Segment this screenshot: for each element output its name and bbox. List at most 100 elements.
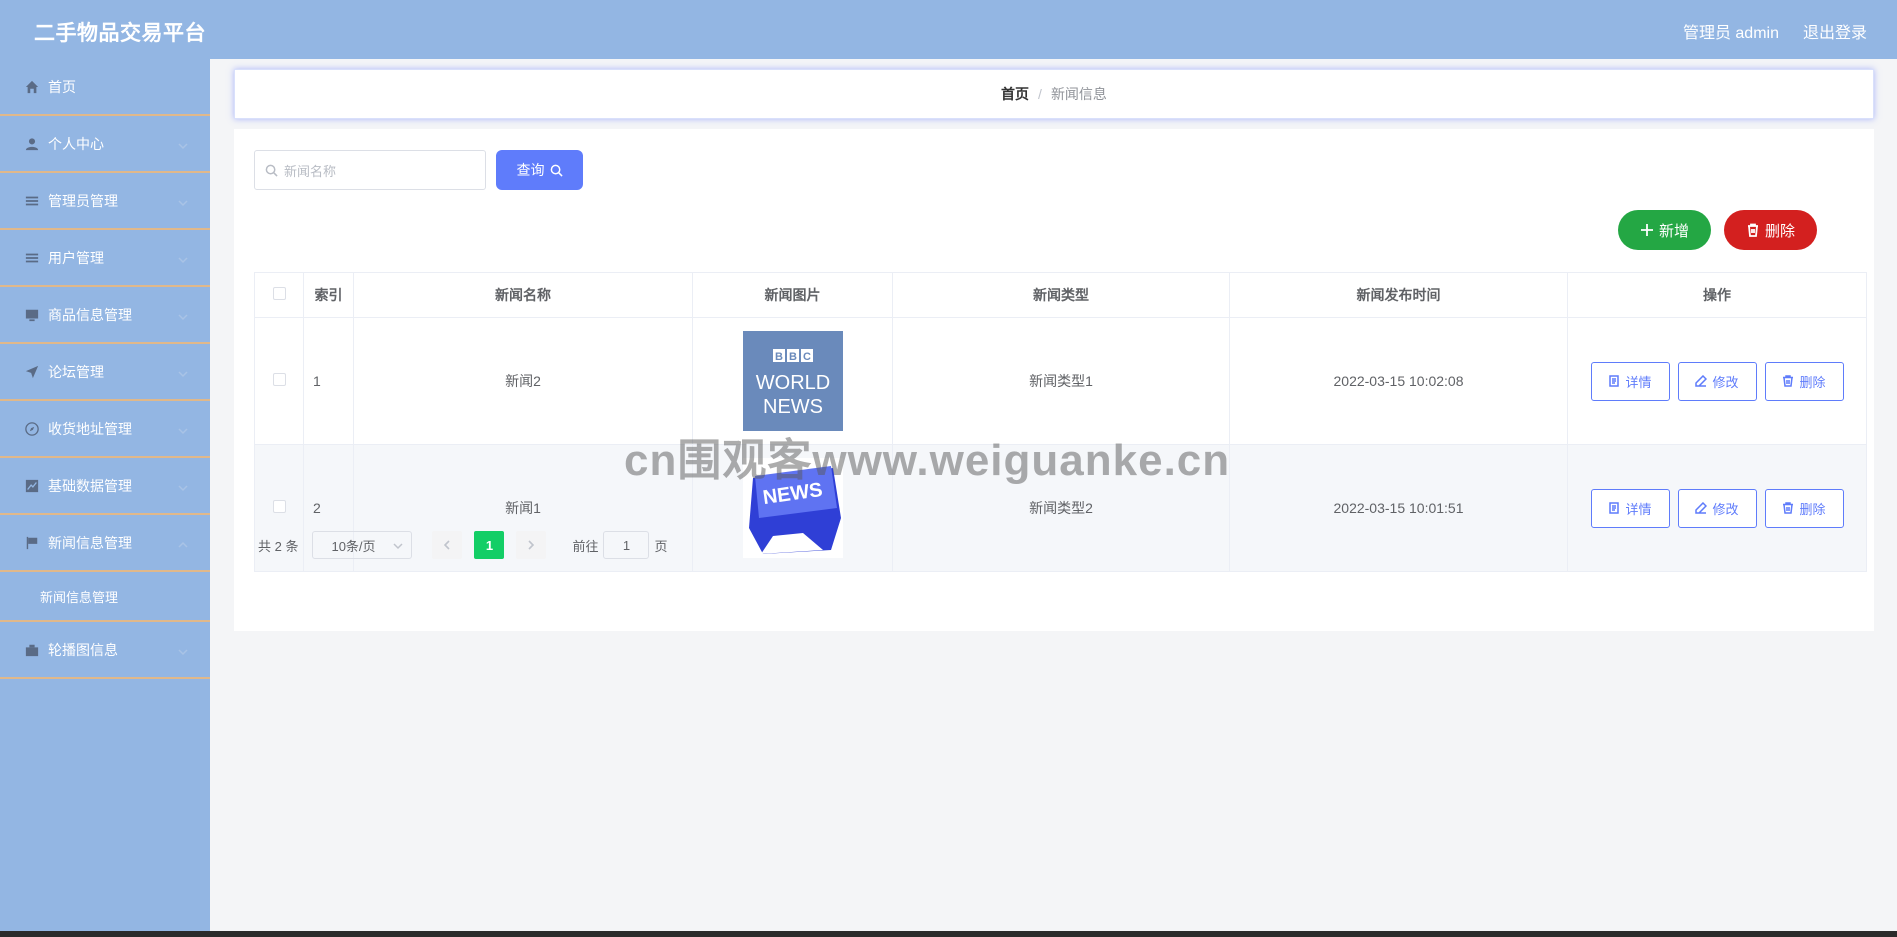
search-icon [550, 164, 563, 177]
edit-icon [1695, 502, 1708, 514]
detail-label: 详情 [1625, 374, 1652, 390]
sidebar-item-label: 论坛管理 [48, 363, 104, 380]
briefcase-icon [24, 642, 40, 658]
sidebar-item-label: 轮播图信息 [48, 641, 118, 658]
detail-button[interactable]: 详情 [1590, 361, 1670, 401]
top-header: 二手物品交易平台 管理员 admin 退出登录 [0, 0, 1897, 59]
add-button-label: 新增 [1658, 222, 1689, 240]
prev-page-button[interactable] [432, 531, 463, 559]
sidebar-item-label: 收货地址管理 [48, 420, 132, 437]
row-index: 1 [303, 317, 354, 445]
detail-button[interactable]: 详情 [1590, 488, 1670, 528]
page-number-current[interactable]: 1 [474, 531, 505, 559]
chart-icon [24, 478, 40, 494]
column-header: 新闻类型 [892, 272, 1230, 318]
sidebar-item-label: 首页 [48, 78, 76, 95]
query-button-label: 查询 [516, 162, 545, 178]
sidebar-item-label: 基础数据管理 [48, 477, 132, 494]
sidebar-item-carousel[interactable]: 轮播图信息 [0, 622, 210, 679]
news-table: 索引 新闻名称 新闻图片 新闻类型 新闻发布时间 操作 1 新闻2 B B C … [254, 272, 1867, 572]
document-icon [1609, 502, 1620, 514]
breadcrumb: 首页 / 新闻信息 [234, 69, 1874, 119]
detail-label: 详情 [1625, 501, 1652, 517]
sidebar-item-label: 用户管理 [48, 249, 104, 266]
chevron-down-icon [393, 543, 403, 550]
compass-icon [24, 421, 40, 437]
watermark-text: cn围观客www.weiguanke.cn [624, 436, 1231, 485]
svg-text:WORLD: WORLD [755, 372, 829, 394]
flag-icon [24, 535, 40, 551]
search-placeholder: 新闻名称 [284, 163, 337, 179]
sidebar-item-admins[interactable]: 管理员管理 [0, 173, 210, 230]
select-all-cell [254, 272, 304, 318]
chevron-down-icon [178, 366, 188, 378]
sidebar-item-address[interactable]: 收货地址管理 [0, 401, 210, 458]
add-button[interactable]: 新增 [1618, 210, 1711, 250]
svg-text:B: B [775, 351, 783, 363]
monitor-icon [24, 307, 40, 323]
delete-button[interactable]: 删除 [1764, 488, 1844, 528]
search-input[interactable]: 新闻名称 [254, 150, 486, 190]
edit-label: 修改 [1712, 501, 1739, 517]
app-title: 二手物品交易平台 [34, 22, 206, 45]
next-page-button[interactable] [516, 531, 547, 559]
pagination: 共 2 条 10条/页 1 前往 1 页 [258, 530, 668, 560]
svg-text:B: B [789, 351, 797, 363]
current-user-label: 管理员 admin [1682, 25, 1779, 42]
chevron-right-icon [528, 540, 535, 550]
page-size-value: 10条/页 [331, 538, 376, 554]
row-checkbox[interactable] [272, 373, 286, 386]
news-image-bbc[interactable]: B B C WORLD NEWS [742, 331, 843, 431]
query-button[interactable]: 查询 [496, 150, 583, 190]
chevron-up-icon [178, 537, 188, 548]
column-header: 新闻图片 [692, 272, 893, 318]
row-select-cell [254, 317, 304, 445]
list-icon [24, 250, 40, 266]
row-time: 2022-03-15 10:02:08 [1229, 317, 1568, 445]
sidebar-item-news[interactable]: 新闻信息管理 [0, 515, 210, 572]
svg-text:C: C [803, 351, 811, 363]
sidebar: 首页 个人中心 管理员管理 用户管理 商品信息管理 论坛管理 收货地址管理 基础… [0, 59, 210, 931]
chevron-down-icon [178, 423, 188, 435]
sidebar-item-basic-data[interactable]: 基础数据管理 [0, 458, 210, 515]
goto-prefix: 前往 [572, 538, 599, 554]
sidebar-item-home[interactable]: 首页 [0, 59, 210, 116]
column-header: 新闻名称 [353, 272, 693, 318]
goto-page-value: 1 [622, 537, 631, 553]
chevron-down-icon [178, 644, 188, 656]
edit-button[interactable]: 修改 [1677, 488, 1757, 528]
row-actions-cell: 详情 修改 删除 [1567, 444, 1867, 572]
row-checkbox[interactable] [272, 500, 286, 513]
sidebar-item-profile[interactable]: 个人中心 [0, 116, 210, 173]
header-user-area: 管理员 admin 退出登录 [1683, 19, 1867, 43]
logout-button[interactable]: 退出登录 [1803, 19, 1867, 43]
sidebar-item-label: 个人中心 [48, 135, 104, 152]
submenu-item-news-management[interactable]: 新闻信息管理 [0, 572, 210, 622]
column-header: 索引 [303, 272, 354, 318]
sidebar-item-label: 商品信息管理 [48, 306, 132, 323]
sidebar-item-users[interactable]: 用户管理 [0, 230, 210, 287]
row-time: 2022-03-15 10:01:51 [1229, 444, 1568, 572]
select-all-checkbox[interactable] [272, 287, 286, 300]
delete-label: 删除 [1799, 501, 1826, 517]
breadcrumb-separator: / [1038, 86, 1042, 102]
batch-delete-button[interactable]: 删除 [1724, 210, 1817, 250]
delete-label: 删除 [1799, 374, 1826, 390]
sidebar-item-products[interactable]: 商品信息管理 [0, 287, 210, 344]
window-bottom-edge [0, 931, 1897, 937]
edit-button[interactable]: 修改 [1677, 361, 1757, 401]
edit-icon [1695, 375, 1708, 387]
goto-page-input[interactable]: 1 [603, 531, 650, 559]
edit-label: 修改 [1712, 374, 1739, 390]
sidebar-item-forum[interactable]: 论坛管理 [0, 344, 210, 401]
column-header: 新闻发布时间 [1229, 272, 1568, 318]
breadcrumb-home[interactable]: 首页 [1001, 84, 1029, 104]
total-count: 共 2 条 [258, 538, 299, 554]
table-header-row: 索引 新闻名称 新闻图片 新闻类型 新闻发布时间 操作 [254, 272, 1867, 318]
send-icon [24, 364, 40, 380]
trash-icon [1783, 375, 1794, 387]
chevron-down-icon [178, 252, 188, 264]
main-content: 首页 / 新闻信息 新闻名称 查询 新增 删除 索引 新闻名称 新闻图片 新闻类… [210, 59, 1897, 931]
delete-button[interactable]: 删除 [1764, 361, 1844, 401]
page-size-select[interactable]: 10条/页 [312, 531, 413, 559]
